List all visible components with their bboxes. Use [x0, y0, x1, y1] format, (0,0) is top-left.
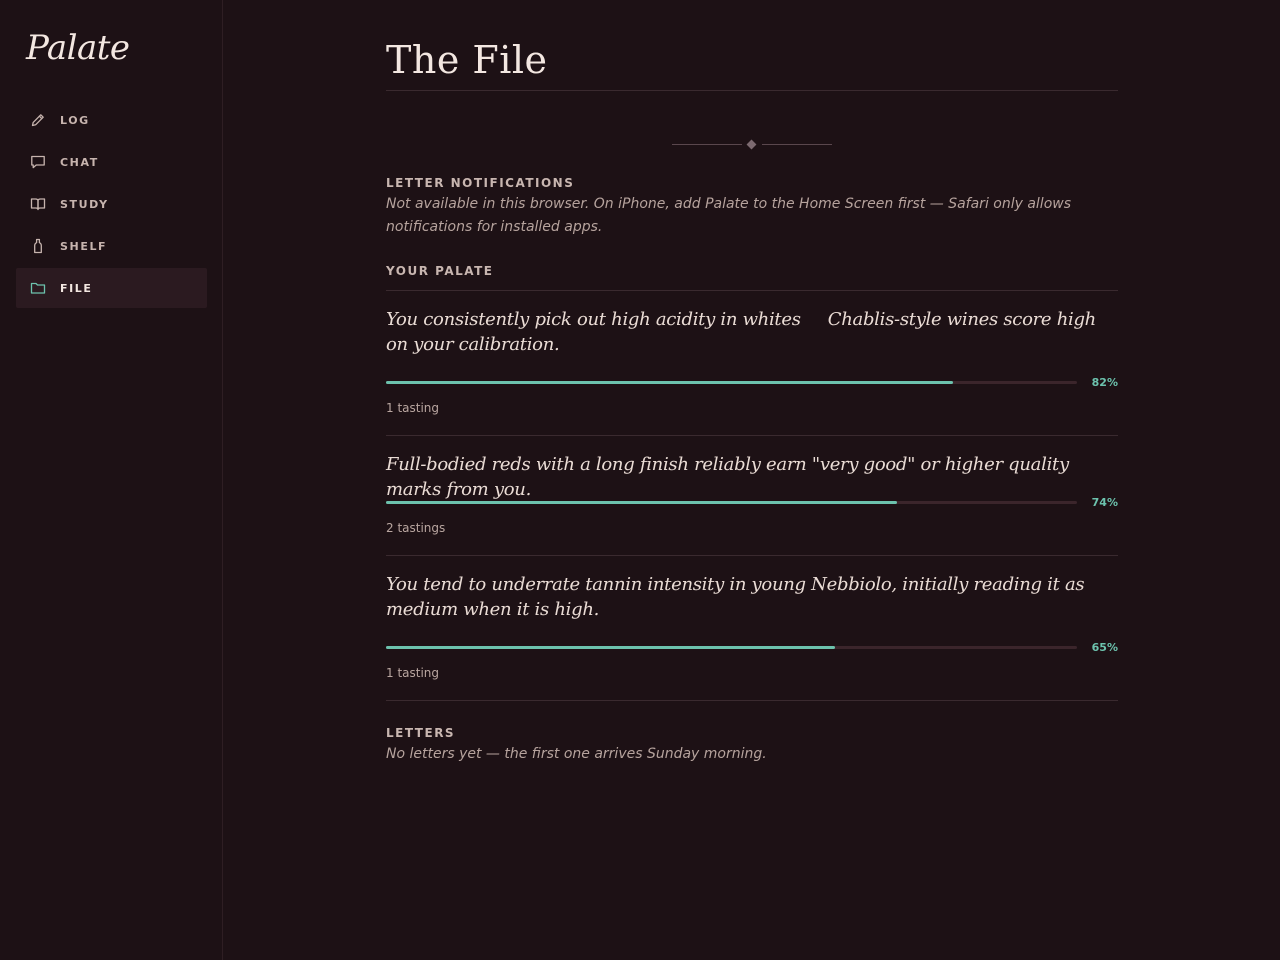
- tasting-count: 1 tasting: [386, 401, 440, 415]
- sidebar-item-label: LOG: [60, 113, 90, 127]
- letters-heading: LETTERS: [386, 726, 456, 740]
- confidence-bar: [386, 501, 1077, 504]
- trait-text: You consistently pick out high acidity i…: [386, 309, 1102, 355]
- open-book-icon: [30, 196, 46, 212]
- palate-heading: YOUR PALATE: [386, 264, 494, 278]
- bottle-icon: [30, 238, 46, 254]
- folder-icon: [30, 280, 46, 296]
- diamond-icon: [746, 139, 757, 150]
- confidence-bar: [386, 381, 1077, 384]
- confidence-bar-fill: [386, 501, 898, 504]
- confidence-percent: 82%: [1091, 376, 1118, 389]
- tasting-count: 2 tastings: [386, 521, 446, 535]
- sidebar-item-study[interactable]: STUDY: [16, 184, 207, 224]
- palate-divider: [386, 290, 1118, 291]
- trait-text: Full-bodied reds with a long finish reli…: [386, 454, 1069, 500]
- brand-logo[interactable]: Palate: [26, 26, 130, 70]
- pencil-icon: [30, 112, 46, 128]
- confidence-bar-fill: [386, 381, 953, 384]
- app-root: Palate LOG CHAT STUDY SHELF FILE The Fil…: [0, 0, 1280, 960]
- confidence-percent: 74%: [1091, 496, 1118, 509]
- confidence-bar: [386, 646, 1077, 649]
- sidebar-item-file[interactable]: FILE: [16, 268, 207, 308]
- speech-bubble-icon: [30, 154, 46, 170]
- sidebar-item-label: FILE: [60, 281, 93, 295]
- sidebar: Palate LOG CHAT STUDY SHELF FILE: [0, 0, 223, 960]
- tasting-count: 1 tasting: [386, 666, 440, 680]
- trait-divider: [386, 555, 1118, 556]
- confidence-percent: 65%: [1091, 641, 1118, 654]
- trait-divider: [386, 435, 1118, 436]
- sidebar-item-log[interactable]: LOG: [16, 100, 207, 140]
- trait-text: You tend to underrate tannin intensity i…: [386, 574, 1085, 620]
- ornament-divider: [672, 139, 832, 151]
- trait-divider: [386, 700, 1118, 701]
- sidebar-item-chat[interactable]: CHAT: [16, 142, 207, 182]
- page-title: The File: [386, 38, 548, 82]
- sidebar-item-label: CHAT: [60, 155, 99, 169]
- letters-empty-message: No letters yet — the first one arrives S…: [386, 746, 767, 762]
- sidebar-nav: LOG CHAT STUDY SHELF FILE: [16, 100, 207, 310]
- sidebar-item-label: SHELF: [60, 239, 108, 253]
- sidebar-item-label: STUDY: [60, 197, 109, 211]
- confidence-bar-fill: [386, 646, 836, 649]
- notifications-heading: LETTER NOTIFICATIONS: [386, 176, 575, 190]
- notifications-message: Not available in this browser. On iPhone…: [386, 196, 1072, 235]
- sidebar-item-shelf[interactable]: SHELF: [16, 226, 207, 266]
- title-divider: [386, 90, 1118, 91]
